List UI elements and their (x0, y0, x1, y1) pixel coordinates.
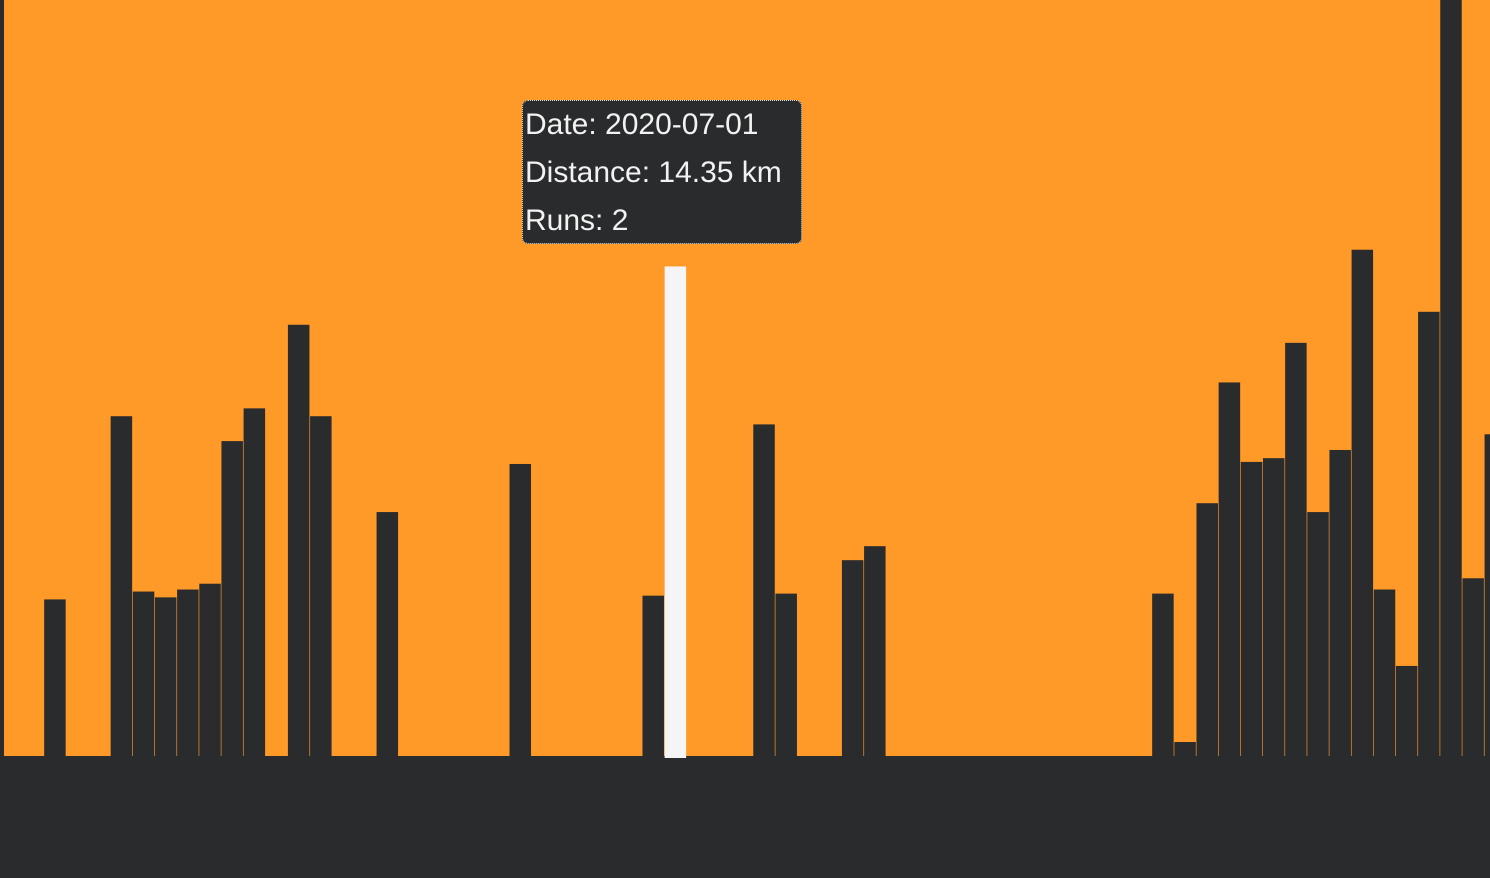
bar[interactable] (1262, 458, 1285, 756)
bar[interactable] (132, 591, 155, 756)
bar[interactable] (376, 512, 399, 756)
bar[interactable] (1418, 311, 1440, 756)
tooltip-date: Date: 2020-07-01 (525, 108, 759, 141)
bar[interactable] (154, 597, 177, 756)
bar[interactable] (1285, 342, 1307, 756)
bar[interactable] (1218, 382, 1241, 756)
bar[interactable] (221, 441, 243, 756)
bar[interactable] (1307, 512, 1329, 756)
tooltip: Date: 2020-07-01 Distance: 14.35 km Runs… (522, 100, 802, 244)
bar[interactable] (1373, 589, 1396, 756)
bar[interactable] (1152, 593, 1174, 756)
bar[interactable] (110, 416, 133, 756)
bar[interactable] (1174, 742, 1196, 756)
bar[interactable] (287, 324, 310, 756)
tooltip-distance: Distance: 14.35 km (525, 156, 782, 189)
bar[interactable] (1395, 665, 1418, 756)
bar-highlighted[interactable] (664, 266, 687, 758)
bar[interactable] (1196, 503, 1218, 756)
bar[interactable] (841, 560, 864, 756)
bar[interactable] (310, 416, 332, 756)
bar[interactable] (44, 599, 66, 756)
bar[interactable] (1351, 249, 1374, 757)
tooltip-runs: Runs: 2 (525, 204, 629, 237)
bar[interactable] (1484, 434, 1490, 756)
chart-canvas: Date: 2020-07-01 Distance: 14.35 km Runs… (0, 0, 1490, 878)
bar[interactable] (864, 546, 886, 756)
bar[interactable] (1440, 0, 1462, 756)
bar[interactable] (1240, 461, 1263, 756)
bar[interactable] (243, 408, 266, 756)
bar[interactable] (509, 463, 532, 756)
bar[interactable] (1462, 578, 1484, 756)
bar[interactable] (199, 583, 221, 756)
bar[interactable] (753, 424, 775, 756)
bar[interactable] (177, 589, 199, 756)
bar[interactable] (1329, 449, 1351, 756)
bar[interactable] (642, 595, 664, 756)
bar[interactable] (775, 593, 797, 756)
